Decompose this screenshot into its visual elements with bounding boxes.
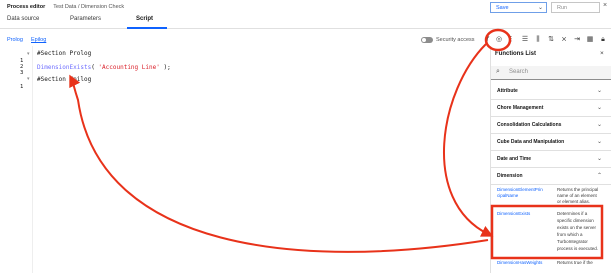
run-button[interactable]: Run xyxy=(551,2,600,13)
function-description: process is executed. xyxy=(557,246,599,251)
search-placeholder: Search xyxy=(509,69,529,75)
function-description: exists on the server xyxy=(557,225,597,230)
columns-icon[interactable]: ☰ xyxy=(521,36,529,44)
search-icon: ⌕ xyxy=(496,68,500,75)
tab-parameters[interactable]: Parameters xyxy=(70,16,101,22)
chevron-down-icon: ⌄ xyxy=(597,88,603,94)
fold-marker[interactable]: ▾ xyxy=(27,51,30,57)
category-label: Consolidation Calculations xyxy=(497,122,562,128)
line-number: 3 xyxy=(20,70,24,76)
function-description: specific dimension xyxy=(557,218,594,223)
category-label: Chore Management xyxy=(497,105,544,111)
script-section-tabs: Prolog Epilog xyxy=(0,36,490,46)
prolog-section-header: #Section Prolog xyxy=(37,50,92,57)
chevron-down-icon: ⌄ xyxy=(597,139,603,145)
category-label: Date and Time xyxy=(497,156,532,162)
category-dimension[interactable]: Dimension ⌃ xyxy=(491,168,611,185)
function-description: Returns true if the xyxy=(557,260,593,265)
chevron-down-icon[interactable]: ⌄ xyxy=(538,4,543,11)
line-number: 1 xyxy=(20,84,24,90)
save-button-label: Save xyxy=(496,4,509,11)
run-button-label: Run xyxy=(557,4,568,11)
chevron-up-icon: ⌃ xyxy=(597,173,603,179)
category-chore-management[interactable]: Chore Management ⌄ xyxy=(491,100,611,117)
security-access-toggle[interactable] xyxy=(421,37,433,43)
function-description: Determines if a xyxy=(557,211,588,216)
tab-data-source[interactable]: Data source xyxy=(7,16,39,22)
save-button[interactable]: Save ⌄ xyxy=(490,2,547,13)
function-name[interactable]: DimensionHasWeights xyxy=(497,260,542,266)
category-label: Dimension xyxy=(497,173,523,179)
tab-script[interactable]: Script xyxy=(136,16,153,22)
function-description: or element alias. xyxy=(557,199,591,204)
code-line[interactable]: #Section Epilog xyxy=(37,76,91,83)
subtab-epilog[interactable]: Epilog xyxy=(31,37,46,43)
functions-panel-title: Functions List xyxy=(495,51,536,57)
grid-icon[interactable]: ▦ xyxy=(586,36,594,44)
code-line[interactable]: #Section Prolog xyxy=(37,50,91,57)
functions-panel: Functions List × ⌕ Search Attribute ⌄ Ch… xyxy=(490,46,611,273)
code-line[interactable]: DimensionExists( 'Accounting Line' ); xyxy=(37,64,171,71)
function-call-argument: 'Accounting Line' xyxy=(98,64,160,71)
function-call-name: DimensionExists xyxy=(37,64,92,71)
security-access-label: Security access xyxy=(436,37,475,43)
fold-marker[interactable]: ▾ xyxy=(27,76,30,82)
tab-bar: Data source Parameters Script xyxy=(0,14,611,29)
category-attribute[interactable]: Attribute ⌄ xyxy=(491,83,611,100)
epilog-section-header: #Section Epilog xyxy=(37,76,92,83)
subtab-prolog[interactable]: Prolog xyxy=(7,37,23,43)
category-consolidation-calculations[interactable]: Consolidation Calculations ⌄ xyxy=(491,117,611,134)
crossed-icon[interactable]: ⨯ xyxy=(560,36,568,44)
category-date-and-time[interactable]: Date and Time ⌄ xyxy=(491,151,611,168)
chevron-down-icon: ⌄ xyxy=(597,105,603,111)
category-label: Attribute xyxy=(497,88,518,94)
category-cube-data[interactable]: Cube Data and Manipulation ⌄ xyxy=(491,134,611,151)
category-label: Cube Data and Manipulation xyxy=(497,139,565,145)
function-description: TurboIntegrator xyxy=(557,239,588,244)
close-icon[interactable]: × xyxy=(603,2,607,9)
app-title: Process editor xyxy=(7,4,46,10)
panel-close-icon[interactable]: × xyxy=(600,50,604,57)
breadcrumb[interactable]: Test Data / Dimension Check xyxy=(53,4,124,10)
chevron-down-icon: ⌄ xyxy=(597,122,603,128)
help-icon[interactable]: ◎ xyxy=(495,36,503,44)
active-tab-indicator xyxy=(127,27,167,29)
function-icon[interactable]: ƒ xyxy=(484,36,492,44)
sort-icon[interactable]: ⇅ xyxy=(547,36,555,44)
columns-alt-icon[interactable]: ⫼ xyxy=(534,36,542,44)
lock-icon[interactable]: 🔒︎ xyxy=(599,36,607,44)
list-icon[interactable]: ⋮ xyxy=(507,36,515,44)
function-name[interactable]: cipalName xyxy=(497,193,518,199)
chevron-down-icon: ⌄ xyxy=(597,156,603,162)
function-call-close: ); xyxy=(159,64,171,71)
function-search-input[interactable]: ⌕ Search xyxy=(491,66,611,80)
wrap-icon[interactable]: ⇥ xyxy=(573,36,581,44)
code-editor[interactable]: ▾ 1 2 3 ▾ 1 #Section Prolog DimensionExi… xyxy=(0,46,488,273)
function-description: from which a xyxy=(557,232,583,237)
function-name[interactable]: DimensionExists xyxy=(497,211,530,217)
